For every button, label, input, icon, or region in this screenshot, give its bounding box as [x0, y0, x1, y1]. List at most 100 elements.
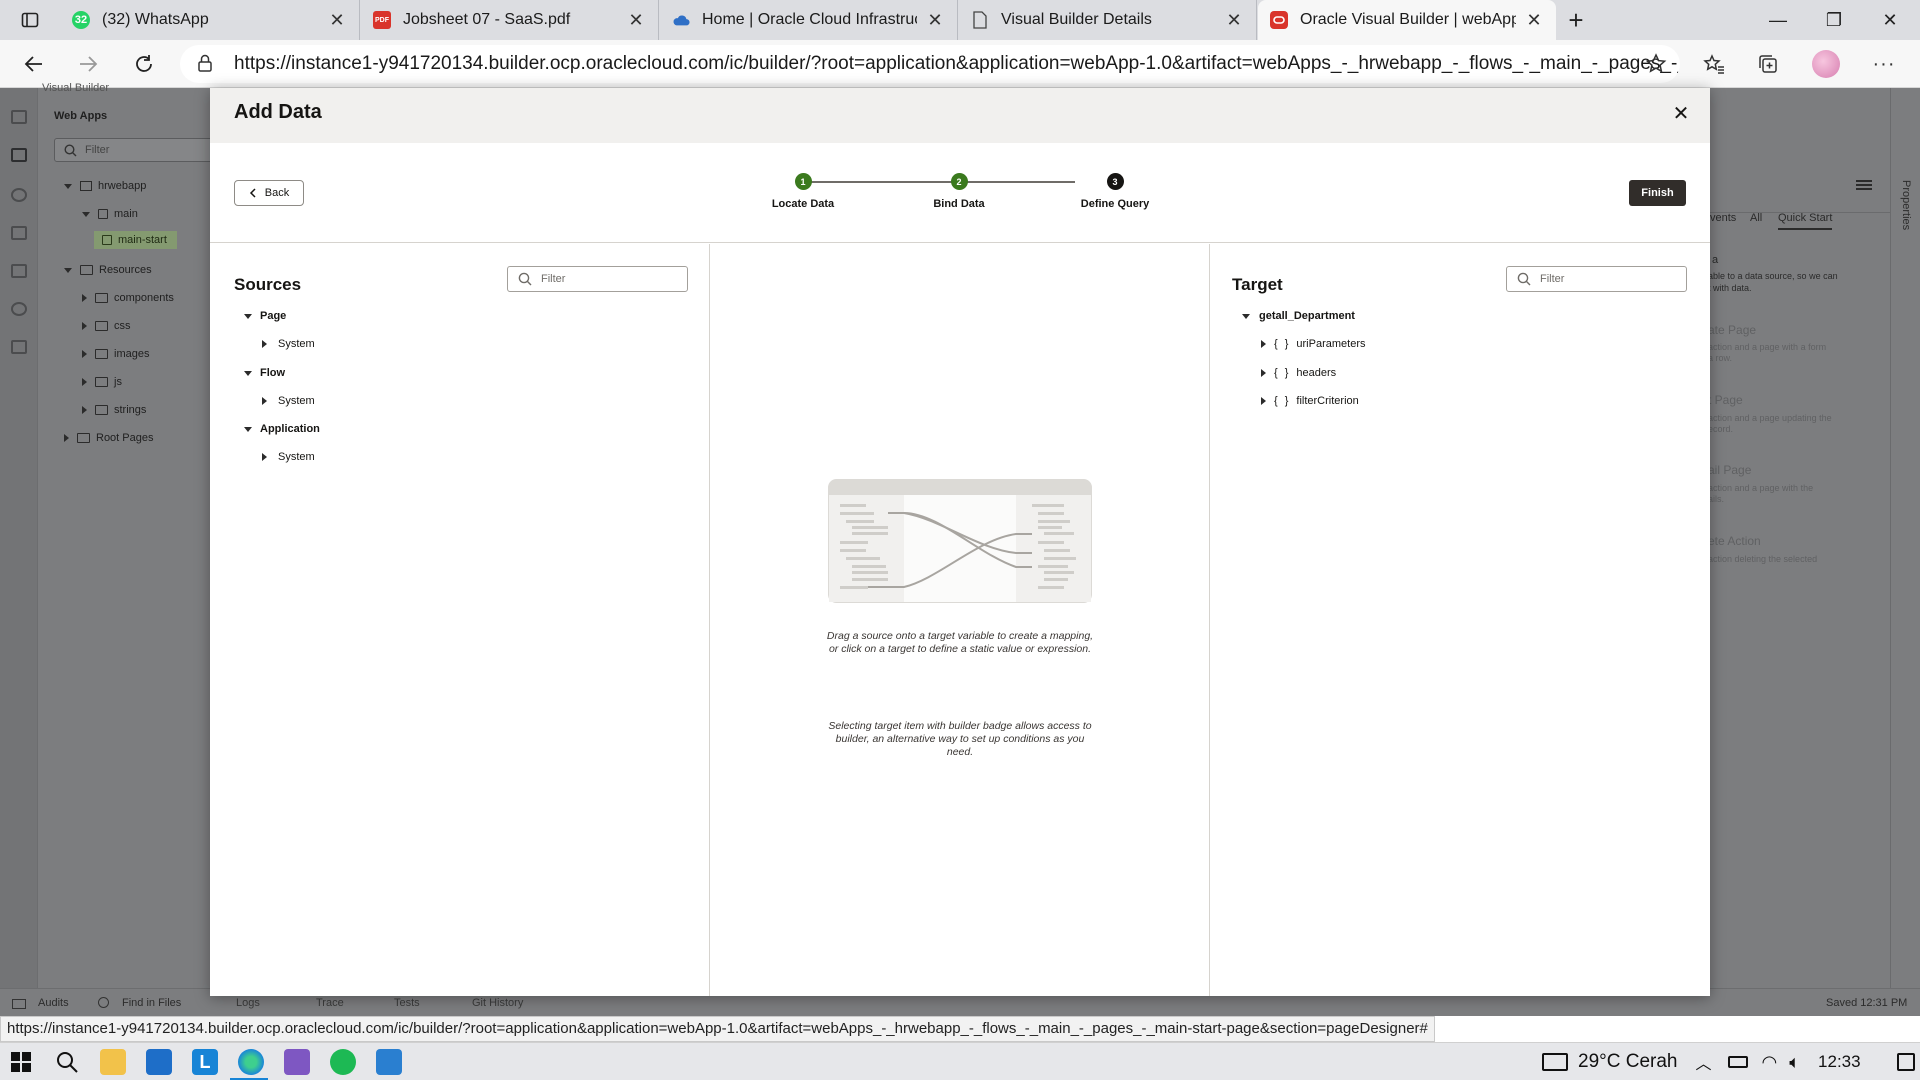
close-tab-icon[interactable]: ✕	[626, 10, 646, 31]
trace-tab[interactable]: Trace	[316, 997, 344, 1009]
close-tab-icon[interactable]: ✕	[1224, 10, 1244, 31]
sources-pane: Sources Filter Page System Flow System A…	[210, 244, 709, 996]
visual-studio-icon[interactable]	[284, 1049, 310, 1075]
audits-tab[interactable]: Audits	[38, 997, 69, 1009]
favorites-icon[interactable]	[1696, 46, 1732, 82]
tab-actions-icon[interactable]	[12, 2, 48, 38]
url-field[interactable]: https://instance1-y941720134.builder.ocp…	[180, 45, 1680, 83]
finish-button[interactable]: Finish	[1629, 180, 1686, 206]
tree-main[interactable]: main	[82, 208, 138, 220]
tree-strings[interactable]: strings	[82, 404, 146, 416]
find-in-files-tab[interactable]: Find in Files	[122, 997, 181, 1009]
quick-start-item-title[interactable]: ail Page	[1708, 463, 1751, 477]
close-tab-icon[interactable]: ✕	[1524, 10, 1544, 31]
source-node-page-system[interactable]: System	[262, 338, 315, 350]
source-node-application[interactable]: Application	[244, 423, 320, 435]
refresh-icon[interactable]	[126, 46, 162, 82]
services-icon[interactable]	[11, 188, 27, 202]
minimize-button[interactable]: —	[1750, 0, 1806, 40]
weather-status[interactable]: 29°C Cerah	[1578, 1051, 1677, 1073]
tab-visual-builder-details[interactable]: Visual Builder Details ✕	[959, 0, 1257, 40]
tree-hrwebapp[interactable]: hrwebapp	[64, 180, 146, 192]
tab-all[interactable]: All	[1750, 212, 1762, 224]
tree-resources[interactable]: Resources	[64, 264, 152, 276]
chevron-up-icon[interactable]: ︿	[1695, 1050, 1711, 1074]
forward-arrow-icon[interactable]	[70, 46, 106, 82]
step-bind-data[interactable]: 2 Bind Data	[879, 173, 1039, 210]
new-tab-button[interactable]: +	[1548, 0, 1604, 40]
sources-filter-input[interactable]: Filter	[507, 266, 688, 292]
oracle-icon	[1270, 11, 1288, 29]
page-icon	[102, 235, 112, 246]
web-apps-icon[interactable]	[11, 148, 27, 162]
close-tab-icon[interactable]: ✕	[925, 10, 945, 31]
tree-main-start[interactable]: main-start	[94, 231, 177, 249]
tree-images[interactable]: images	[82, 348, 149, 360]
source-node-flow[interactable]: Flow	[244, 367, 285, 379]
more-menu-icon[interactable]: ···	[1866, 46, 1902, 82]
restore-button[interactable]: ❐	[1806, 0, 1862, 40]
source-node-page[interactable]: Page	[244, 310, 286, 322]
tab-whatsapp[interactable]: 32 (32) WhatsApp ✕	[60, 0, 360, 40]
tree-css[interactable]: css	[82, 320, 131, 332]
processes-icon[interactable]	[11, 302, 27, 316]
target-node-getall-department[interactable]: getall_Department	[1242, 310, 1355, 322]
add-favorite-icon[interactable]	[1638, 46, 1674, 82]
target-node-filtercriterion[interactable]: { } filterCriterion	[1261, 395, 1359, 407]
profile-avatar[interactable]	[1808, 46, 1844, 82]
battery-icon[interactable]	[1727, 1056, 1748, 1068]
hamburger-icon[interactable]	[1856, 180, 1872, 182]
step-define-query[interactable]: 3 Define Query	[1035, 173, 1195, 210]
tests-tab[interactable]: Tests	[394, 997, 420, 1009]
volume-icon[interactable]: 🔈︎	[1789, 1052, 1800, 1073]
back-arrow-icon[interactable]	[16, 46, 52, 82]
windows-start-icon[interactable]	[8, 1049, 34, 1075]
app-window-icon[interactable]	[376, 1049, 402, 1075]
mapping-canvas[interactable]: Drag a source onto a target variable to …	[710, 244, 1209, 996]
properties-side-tab[interactable]: Properties	[1900, 180, 1912, 230]
close-icon[interactable]: ✕	[1666, 98, 1696, 128]
quick-start-item-title[interactable]: ete Action	[1708, 534, 1761, 548]
step-label: Locate Data	[771, 198, 835, 210]
tree-js[interactable]: js	[82, 376, 122, 388]
git-history-tab[interactable]: Git History	[472, 997, 523, 1009]
close-window-button[interactable]: ✕	[1862, 0, 1918, 40]
edge-browser-icon[interactable]	[238, 1049, 264, 1075]
step-locate-data[interactable]: 1 Locate Data	[723, 173, 883, 210]
collections-icon[interactable]	[1750, 46, 1786, 82]
target-filter-input[interactable]: Filter	[1506, 266, 1687, 292]
wifi-icon[interactable]: ◠	[1762, 1052, 1778, 1073]
back-button[interactable]: Back	[234, 180, 304, 206]
tree-components[interactable]: components	[82, 292, 174, 304]
target-node-uriparameters[interactable]: { } uriParameters	[1261, 338, 1365, 350]
tab-quick-start[interactable]: Quick Start	[1778, 212, 1833, 230]
components-icon[interactable]	[11, 264, 27, 278]
object-icon: { }	[1274, 338, 1291, 350]
close-tab-icon[interactable]: ✕	[327, 10, 347, 31]
tab-events[interactable]: vents	[1710, 212, 1736, 224]
mobile-apps-icon[interactable]	[11, 110, 27, 124]
business-objects-icon[interactable]	[11, 226, 27, 240]
navigator-filter-input[interactable]: Filter	[54, 138, 214, 162]
target-node-headers[interactable]: { } headers	[1261, 367, 1336, 379]
logs-tab[interactable]: Logs	[236, 997, 260, 1009]
notifications-icon[interactable]	[1896, 1053, 1915, 1071]
tree-root-pages[interactable]: Root Pages	[64, 432, 153, 444]
search-icon[interactable]	[54, 1049, 80, 1075]
file-explorer-icon[interactable]	[100, 1049, 126, 1075]
spotify-icon[interactable]	[330, 1049, 356, 1075]
tab-oracle-cloud[interactable]: Home | Oracle Cloud Infrastructu ✕	[660, 0, 958, 40]
source-node-application-system[interactable]: System	[262, 451, 315, 463]
navigator-panel: Visual Builder Web Apps Filter hrwebapp …	[38, 82, 214, 988]
mapping-hint: Drag a source onto a target variable to …	[826, 630, 1094, 655]
launcher-l-icon[interactable]: L	[192, 1049, 218, 1075]
tab-oracle-visual-builder[interactable]: Oracle Visual Builder | webApp-1 ✕	[1258, 0, 1556, 40]
source-view-icon[interactable]	[11, 340, 27, 354]
tab-jobsheet-pdf[interactable]: PDF Jobsheet 07 - SaaS.pdf ✕	[361, 0, 659, 40]
mail-icon[interactable]	[146, 1049, 172, 1075]
clock[interactable]: 12:33	[1818, 1052, 1861, 1072]
quick-start-item-title[interactable]: ate Page	[1708, 323, 1756, 337]
quick-start-item-title[interactable]: t Page	[1708, 393, 1743, 407]
source-node-flow-system[interactable]: System	[262, 395, 315, 407]
news-icon[interactable]	[1542, 1053, 1568, 1071]
